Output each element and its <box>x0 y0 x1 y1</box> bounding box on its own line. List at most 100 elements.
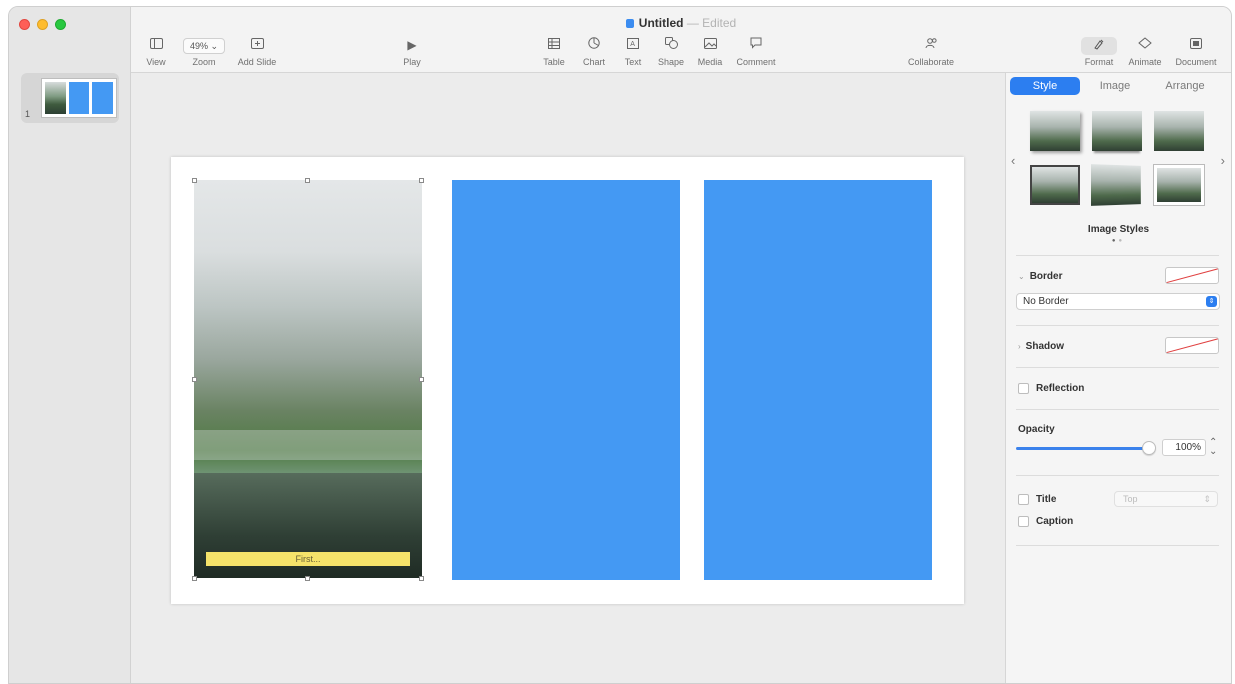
border-section-header[interactable]: ⌄ Border <box>1018 271 1063 282</box>
resize-handle[interactable] <box>419 576 424 581</box>
diamond-icon <box>1125 37 1165 53</box>
image-caption[interactable]: First... <box>206 552 410 566</box>
chevron-down-icon: ⌄ <box>210 41 219 51</box>
stepper-icon: ⇕ <box>1206 296 1217 307</box>
add-slide-label: Add Slide <box>237 57 277 67</box>
thumbnail-blue-panel <box>92 82 114 114</box>
border-style-select[interactable]: No Border ⇕ <box>1016 293 1220 310</box>
chevron-down-icon: ⌄ <box>1018 272 1025 281</box>
sidebar-icon <box>143 37 169 53</box>
image-style-swatch[interactable] <box>1154 111 1204 151</box>
format-button[interactable]: Format <box>1079 37 1119 67</box>
caption-label: Caption <box>1036 516 1074 527</box>
border-color-well[interactable] <box>1165 267 1219 284</box>
table-button[interactable]: Table <box>538 37 570 67</box>
opacity-slider-knob[interactable] <box>1142 441 1156 455</box>
image-icon <box>694 37 726 53</box>
page-dots: ●● <box>1111 238 1126 244</box>
resize-handle[interactable] <box>419 377 424 382</box>
shape-label: Shape <box>657 57 685 67</box>
text-button[interactable]: A Text <box>619 37 647 67</box>
view-label: View <box>146 57 166 67</box>
image-style-swatch[interactable] <box>1030 165 1080 205</box>
media-button[interactable]: Media <box>694 37 726 67</box>
zoom-value: 49% <box>189 41 208 51</box>
close-window-button[interactable] <box>19 19 30 30</box>
document-name: Untitled <box>638 16 684 30</box>
divider <box>1016 545 1219 546</box>
slide[interactable]: First... <box>171 157 964 604</box>
title-position-value: Top <box>1123 494 1138 504</box>
shadow-label: Shadow <box>1025 341 1065 352</box>
zoom-control[interactable]: 49% ⌄ Zoom <box>181 37 227 67</box>
collaborate-button[interactable]: Collaborate <box>903 37 959 67</box>
toolbar: Untitled — Edited View 49% ⌄ Zoom Add Sl… <box>131 7 1231 73</box>
blue-image-placeholder[interactable] <box>704 180 932 580</box>
shadow-section-header[interactable]: › Shadow <box>1018 341 1064 352</box>
shape-button[interactable]: Shape <box>654 37 688 67</box>
chart-button[interactable]: Chart <box>578 37 610 67</box>
play-icon: ▶ <box>407 38 417 52</box>
tab-image[interactable]: Image <box>1080 77 1150 95</box>
document-title: Untitled — Edited <box>131 16 1231 30</box>
comment-button[interactable]: Comment <box>731 37 781 67</box>
chevron-left-icon[interactable]: ‹ <box>1011 153 1015 168</box>
slide-thumbnail-1[interactable]: 1 <box>21 73 119 123</box>
collaborate-icon <box>903 37 959 53</box>
zoom-window-button[interactable] <box>55 19 66 30</box>
resize-handle[interactable] <box>305 178 310 183</box>
text-label: Text <box>624 57 642 67</box>
shadow-color-well[interactable] <box>1165 337 1219 354</box>
chevron-right-icon[interactable]: › <box>1221 153 1225 168</box>
slide-canvas[interactable]: First... <box>131 73 1005 683</box>
inspector-tabs: Style Image Arrange <box>1010 77 1220 95</box>
keynote-document-icon <box>625 19 634 28</box>
slide-thumbnail-preview <box>41 78 117 118</box>
document-icon <box>1171 37 1221 53</box>
table-icon <box>538 37 570 53</box>
title-position-select[interactable]: Top ⇕ <box>1114 491 1218 507</box>
resize-handle[interactable] <box>192 178 197 183</box>
thumbnail-photo <box>45 82 66 114</box>
tab-style[interactable]: Style <box>1010 77 1080 95</box>
resize-handle[interactable] <box>192 377 197 382</box>
play-label: Play <box>403 57 421 67</box>
animate-button[interactable]: Animate <box>1125 37 1165 67</box>
image-style-swatch[interactable] <box>1030 111 1080 151</box>
document-button[interactable]: Document <box>1171 37 1221 67</box>
play-button[interactable]: ▶ Play <box>398 37 426 67</box>
format-inspector: Style Image Arrange ‹ › Image Styles ●● … <box>1005 73 1231 683</box>
title-checkbox[interactable] <box>1018 494 1029 505</box>
stepper-icon[interactable]: ⌃ ⌄ <box>1209 438 1217 457</box>
document-status: Edited <box>702 16 737 30</box>
view-button[interactable]: View <box>143 37 169 67</box>
chevron-right-icon: › <box>1018 342 1021 351</box>
chart-icon <box>578 37 610 53</box>
comment-icon <box>731 37 781 53</box>
tab-arrange[interactable]: Arrange <box>1150 77 1220 95</box>
resize-handle[interactable] <box>419 178 424 183</box>
forest-lake-photo[interactable]: First... <box>194 180 422 578</box>
opacity-label: Opacity <box>1018 424 1055 435</box>
stepper-icon: ⇕ <box>1203 494 1211 504</box>
image-style-swatch[interactable] <box>1092 111 1142 151</box>
divider <box>1016 325 1219 326</box>
resize-handle[interactable] <box>192 576 197 581</box>
image-style-swatch[interactable] <box>1153 164 1205 206</box>
divider <box>1016 409 1219 410</box>
divider <box>1016 475 1219 476</box>
image-style-swatch[interactable] <box>1091 164 1141 206</box>
caption-checkbox[interactable] <box>1018 516 1029 527</box>
opacity-slider-track[interactable] <box>1016 447 1146 450</box>
reflection-checkbox[interactable] <box>1018 383 1029 394</box>
opacity-field[interactable]: 100% <box>1162 439 1206 456</box>
minimize-window-button[interactable] <box>37 19 48 30</box>
keynote-window: 1 Untitled — Edited View 49% ⌄ Zoom Add … <box>8 6 1232 684</box>
title-label: Title <box>1036 494 1057 505</box>
animate-label: Animate <box>1128 57 1162 67</box>
shape-icon <box>654 37 688 53</box>
add-slide-button[interactable]: Add Slide <box>232 37 282 67</box>
chart-label: Chart <box>582 57 605 67</box>
resize-handle[interactable] <box>305 576 310 581</box>
blue-image-placeholder[interactable] <box>452 180 680 580</box>
